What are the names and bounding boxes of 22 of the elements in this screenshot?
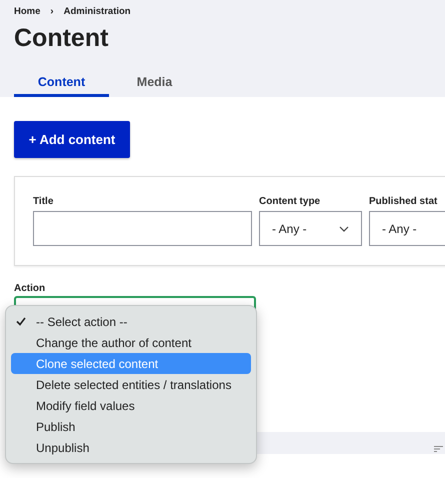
filter-label: Published stat [369,195,438,209]
breadcrumb-link[interactable]: Administration [64,6,131,18]
menu-item[interactable]: Change the author of content [11,332,251,353]
menu-item[interactable]: Modify field values [11,395,251,416]
menu-item[interactable]: Publish [11,416,251,437]
action-label: Action [14,282,46,296]
select-field[interactable]: - Any - [369,211,445,246]
breadcrumb-link[interactable]: Home [14,6,40,18]
menu-item[interactable]: Delete selected entities / translations [11,374,251,395]
filter-label: Content type [259,195,322,209]
sort-icon[interactable] [434,446,443,452]
filter-label: Title [33,195,54,209]
chevron-icon [339,226,349,232]
title-field[interactable] [33,211,252,246]
menu-item[interactable]: Unpublish [11,437,251,458]
tab[interactable]: Media [109,66,200,97]
menu-item[interactable]: -- Select action -- [11,311,251,332]
page-title: Content [14,24,110,52]
add-content-button[interactable]: + Add content [14,121,130,158]
tab[interactable]: Content [14,66,109,97]
breadcrumb-separator: › [50,6,54,18]
select-field[interactable]: - Any - [259,211,362,246]
